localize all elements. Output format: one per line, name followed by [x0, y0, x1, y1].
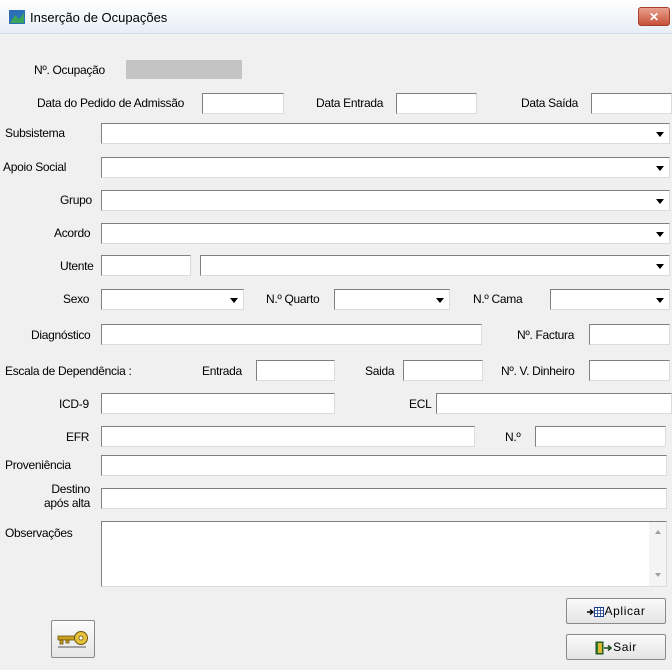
data-pedido-label: Data do Pedido de Admissão: [37, 96, 184, 110]
escala-entrada-field[interactable]: [256, 360, 335, 381]
chevron-down-icon[interactable]: [652, 291, 668, 308]
chevron-down-icon[interactable]: [652, 192, 668, 209]
chevron-down-icon[interactable]: [226, 291, 242, 308]
ecl-field[interactable]: [436, 393, 672, 414]
n-v-dinheiro-label: Nº. V. Dinheiro: [501, 364, 575, 378]
diagnostico-label: Diagnóstico: [31, 328, 91, 342]
subsistema-select[interactable]: [101, 123, 670, 144]
close-icon: ✕: [648, 10, 660, 24]
aplicar-button[interactable]: Aplicar: [566, 598, 666, 624]
n-ocupacao-label: Nº. Ocupação: [34, 63, 105, 77]
subsistema-label: Subsistema: [5, 126, 65, 140]
data-saida-field[interactable]: [591, 93, 672, 114]
chevron-down-icon[interactable]: [652, 225, 668, 242]
efr-label: EFR: [66, 430, 90, 444]
aplicar-label: Aplicar: [604, 604, 646, 618]
window-title: Inserção de Ocupações: [30, 10, 168, 25]
grupo-label: Grupo: [60, 193, 92, 207]
ecl-label: ECL: [409, 397, 432, 411]
sexo-label: Sexo: [63, 292, 90, 306]
sair-button[interactable]: Sair: [566, 634, 666, 660]
destino-label-line2: após alta: [43, 496, 90, 510]
close-button[interactable]: ✕: [638, 7, 670, 26]
grupo-select[interactable]: [101, 190, 670, 211]
icd9-field[interactable]: [101, 393, 335, 414]
proveniencia-field[interactable]: [101, 455, 667, 476]
utente-label: Utente: [60, 259, 94, 273]
proveniencia-label: Proveniência: [5, 458, 71, 472]
acordo-label: Acordo: [54, 226, 91, 240]
chevron-down-icon[interactable]: [652, 257, 668, 274]
data-saida-label: Data Saída: [521, 96, 579, 110]
data-entrada-label: Data Entrada: [316, 96, 384, 110]
n-quarto-select[interactable]: [334, 289, 450, 310]
chevron-down-icon[interactable]: [652, 125, 668, 142]
n-field[interactable]: [535, 426, 666, 447]
observacoes-textarea[interactable]: [101, 521, 667, 587]
chevron-down-icon[interactable]: [432, 291, 448, 308]
data-entrada-field[interactable]: [396, 93, 477, 114]
apoio-social-select[interactable]: [101, 157, 670, 178]
n-factura-field[interactable]: [589, 324, 670, 345]
title-bar: Inserção de Ocupações ✕: [0, 0, 672, 34]
data-pedido-field[interactable]: [202, 93, 284, 114]
sair-label: Sair: [613, 640, 637, 654]
exit-door-icon: [595, 641, 613, 655]
n-v-dinheiro-field[interactable]: [589, 360, 670, 381]
key-icon: [57, 631, 88, 648]
observacoes-label: Observações: [5, 526, 73, 540]
app-icon: [9, 10, 25, 24]
escala-label: Escala de Dependência :: [5, 364, 132, 378]
chevron-down-icon[interactable]: [652, 159, 668, 176]
destino-field[interactable]: [101, 488, 667, 509]
table-arrow-icon: [586, 606, 604, 617]
escala-entrada-label: Entrada: [202, 364, 242, 378]
apoio-social-label: Apoio Social: [3, 160, 67, 174]
sexo-select[interactable]: [101, 289, 244, 310]
destino-label-line1: Destino: [51, 482, 90, 496]
n-cama-select[interactable]: [550, 289, 670, 310]
scroll-down-icon[interactable]: [655, 573, 661, 577]
utente-code-field[interactable]: [101, 255, 191, 276]
n-quarto-label: N.º Quarto: [266, 292, 320, 306]
key-button[interactable]: [51, 620, 95, 658]
utente-name-select[interactable]: [200, 255, 670, 276]
n-label: N.º: [505, 430, 521, 444]
n-factura-label: Nº. Factura: [517, 328, 575, 342]
escala-saida-field[interactable]: [403, 360, 483, 381]
n-ocupacao-value: [126, 60, 242, 79]
acordo-select[interactable]: [101, 223, 670, 244]
n-cama-label: N.º Cama: [473, 292, 523, 306]
escala-saida-label: Saida: [365, 364, 395, 378]
icd9-label: ICD-9: [59, 397, 89, 411]
observacoes-scrollbar[interactable]: [649, 522, 666, 586]
scroll-up-icon[interactable]: [655, 530, 661, 534]
diagnostico-field[interactable]: [101, 324, 482, 345]
efr-field[interactable]: [101, 426, 475, 447]
